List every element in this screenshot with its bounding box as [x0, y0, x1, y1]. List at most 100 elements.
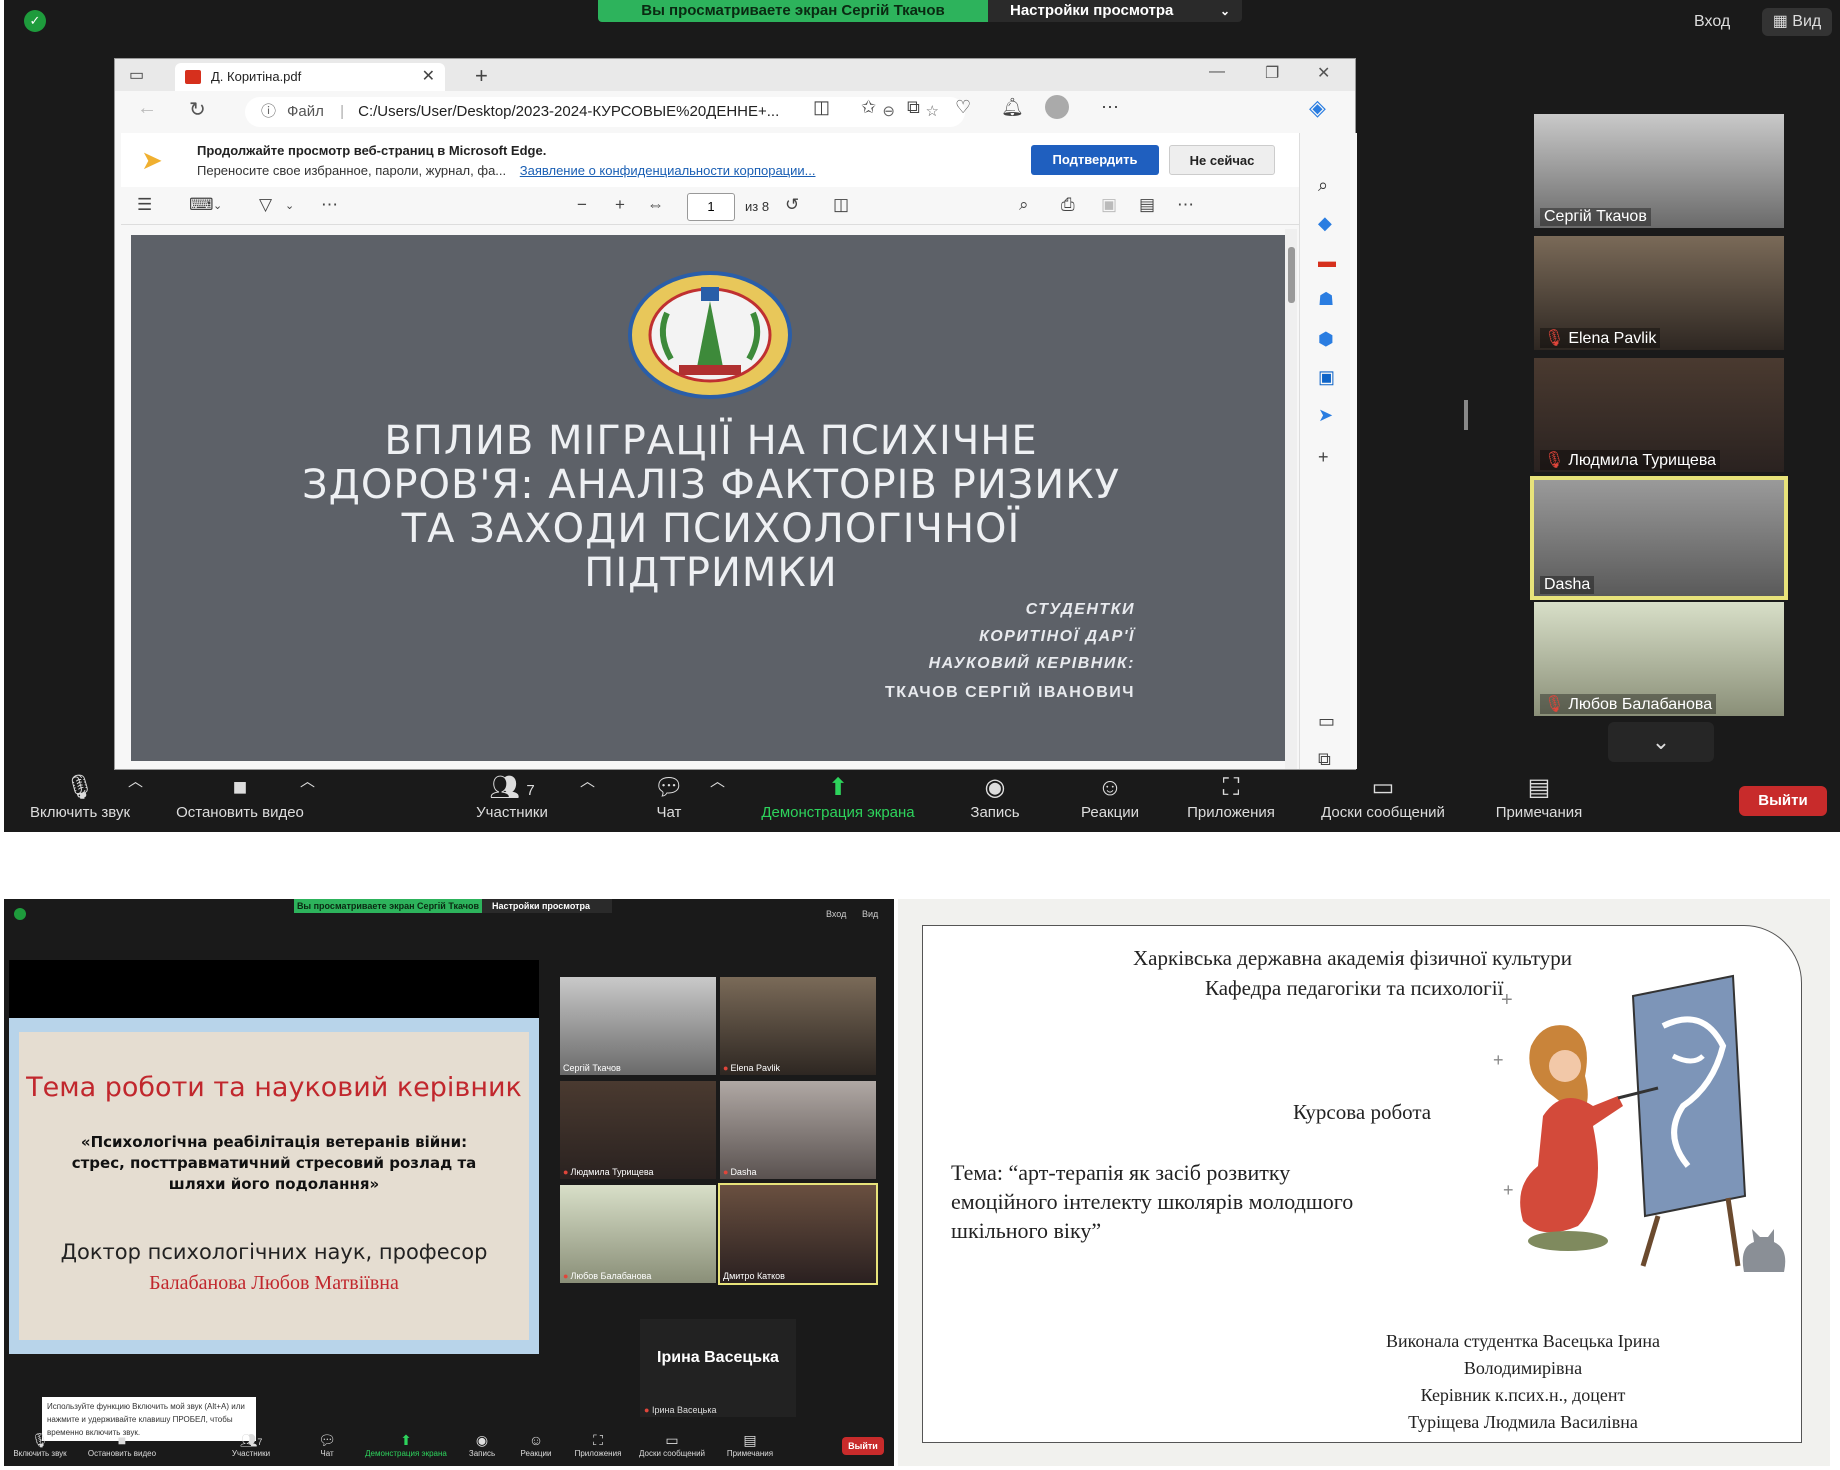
- highlight-icon[interactable]: ⌨: [189, 195, 214, 215]
- view-options-dropdown[interactable]: Настройки просмотра ⌄: [988, 0, 1242, 22]
- address-bar[interactable]: ⓘ Файл | C:/Users/User/Desktop/2023-2024…: [245, 97, 965, 127]
- pdf-scrollbar[interactable]: [1285, 229, 1297, 769]
- search-icon[interactable]: ⌕: [1019, 195, 1029, 215]
- outlook-icon[interactable]: ▣: [1318, 367, 1335, 388]
- more-options-icon[interactable]: ⋯: [1177, 195, 1194, 215]
- rotate-icon[interactable]: ↺: [785, 195, 799, 215]
- new-tab-icon[interactable]: +: [475, 63, 488, 89]
- external-link-icon[interactable]: ⧉: [1318, 749, 1331, 770]
- participant-tile-active[interactable]: Дмитро Катков: [718, 1183, 878, 1285]
- save-icon[interactable]: ▣: [1101, 195, 1117, 215]
- participant-tile-camera-off[interactable]: Ірина Васецька ● Ірина Васецька: [640, 1319, 796, 1417]
- tag-icon[interactable]: ◆: [1318, 213, 1332, 234]
- people-icon[interactable]: ☗: [1318, 289, 1334, 310]
- page-number-input[interactable]: 1: [687, 193, 735, 221]
- search-icon[interactable]: ⌕: [1318, 175, 1328, 196]
- participants-button[interactable]: 👥︎ 7 Участники: [462, 770, 562, 821]
- collections-icon[interactable]: ⧉: [907, 97, 920, 118]
- back-icon[interactable]: ←: [137, 97, 157, 120]
- favorite-star-icon[interactable]: ☆: [926, 97, 939, 127]
- tab-pdf[interactable]: Д. Коритіна.pdf ✕: [175, 63, 445, 91]
- tab-actions-icon[interactable]: ▭: [129, 65, 144, 85]
- more-menu-icon[interactable]: ⋯: [1101, 97, 1119, 118]
- unmute-button[interactable]: 🎙︎ Включить звук: [10, 1429, 70, 1458]
- performance-icon[interactable]: ♡: [955, 97, 971, 118]
- participant-tile[interactable]: ● Любов Балабанова: [560, 1185, 716, 1283]
- participant-tile[interactable]: 🎙︎ Любов Балабанова: [1534, 602, 1784, 716]
- chevron-down-icon[interactable]: ⌄: [285, 199, 294, 212]
- zoom-in-icon[interactable]: +: [615, 195, 625, 215]
- fit-page-icon[interactable]: ⇔: [647, 195, 664, 215]
- record-button[interactable]: ◉ Запись: [464, 1429, 500, 1458]
- whiteboards-button[interactable]: ▭ Доски сообщений: [1308, 770, 1458, 821]
- stop-video-button[interactable]: ■ Остановить видео: [82, 1429, 162, 1458]
- draw-icon[interactable]: ▽: [259, 195, 272, 215]
- share-screen-button[interactable]: ⬆ Демонстрация экрана: [360, 1429, 452, 1458]
- favorites-icon[interactable]: ✩: [861, 97, 876, 118]
- notifications-icon[interactable]: 🔔︎: [1001, 97, 1024, 118]
- notes-button[interactable]: ▤ Примечания: [1484, 770, 1594, 821]
- chevron-down-icon[interactable]: ⌄: [213, 199, 222, 212]
- scroll-participants-down-button[interactable]: ⌄: [1608, 722, 1714, 762]
- not-now-button[interactable]: Не сейчас: [1169, 145, 1275, 175]
- restore-icon[interactable]: ❐: [1265, 63, 1279, 83]
- video-options-caret[interactable]: ︿: [300, 770, 315, 791]
- participant-tile[interactable]: 🎙︎ Elena Pavlik: [1534, 236, 1784, 350]
- chat-button[interactable]: 💬︎ Чат: [644, 770, 694, 821]
- notes-button[interactable]: ▤ Примечания: [722, 1429, 778, 1458]
- reactions-button[interactable]: ☺ Реакции: [1070, 770, 1150, 821]
- participant-tile[interactable]: Сергій Ткачов: [1534, 114, 1784, 228]
- view-options-dropdown[interactable]: Настройки просмотра: [482, 899, 612, 913]
- print-icon[interactable]: ⎙: [1061, 195, 1075, 215]
- page-view-icon[interactable]: ◫: [833, 195, 849, 215]
- zoom-out-icon[interactable]: ⊖: [882, 97, 895, 127]
- audio-options-caret[interactable]: ︿: [128, 770, 143, 791]
- chat-button[interactable]: 💬︎ Чат: [312, 1429, 342, 1458]
- apps-button[interactable]: ⛶ Приложения: [1176, 770, 1286, 821]
- participant-tile[interactable]: 🎙︎ Людмила Турищева: [1534, 358, 1784, 472]
- toolbox-icon[interactable]: ▬: [1318, 251, 1336, 272]
- unmute-button[interactable]: 🎙︎ Включить звук: [18, 770, 142, 821]
- office-icon[interactable]: ⬢: [1318, 329, 1334, 350]
- share-screen-button[interactable]: ⬆ Демонстрация экрана: [740, 770, 936, 821]
- participant-tile[interactable]: ● Elena Pavlik: [720, 977, 876, 1075]
- split-screen-icon[interactable]: ◫: [813, 97, 830, 118]
- signin-button[interactable]: Вход: [826, 909, 846, 919]
- reactions-button[interactable]: ☺ Реакции: [516, 1429, 556, 1458]
- signin-button[interactable]: Вход: [1694, 8, 1730, 36]
- refresh-icon[interactable]: ↻: [189, 97, 206, 122]
- stop-video-button[interactable]: ■ Остановить видео: [160, 770, 320, 821]
- security-shield-icon[interactable]: [14, 908, 26, 920]
- view-button[interactable]: Вид: [862, 909, 878, 919]
- contents-icon[interactable]: ☰: [137, 195, 152, 215]
- add-icon[interactable]: +: [1318, 447, 1329, 468]
- privacy-link[interactable]: Заявление о конфиденциальности корпораци…: [520, 163, 816, 178]
- leave-button[interactable]: Выйти: [842, 1437, 884, 1455]
- profile-avatar[interactable]: [1045, 95, 1069, 119]
- participant-tile[interactable]: ● Dasha: [720, 1081, 876, 1179]
- send-icon[interactable]: ➤: [1318, 405, 1333, 426]
- chat-options-caret[interactable]: ︿: [710, 770, 725, 791]
- participants-options-caret[interactable]: ︿: [580, 770, 595, 791]
- close-tab-icon[interactable]: ✕: [422, 63, 435, 91]
- view-button[interactable]: ▦ Вид: [1762, 8, 1832, 36]
- participant-tile-active[interactable]: Dasha: [1530, 476, 1788, 600]
- save-as-icon[interactable]: ▤: [1139, 195, 1155, 215]
- scroll-thumb[interactable]: [1288, 247, 1295, 303]
- apps-button[interactable]: ⛶ Приложения: [570, 1429, 626, 1458]
- zoom-out-icon[interactable]: −: [577, 195, 587, 215]
- more-tools-icon[interactable]: ⋯: [321, 195, 338, 215]
- participant-tile[interactable]: Сергій Ткачов: [560, 977, 716, 1075]
- close-window-icon[interactable]: ✕: [1317, 63, 1330, 83]
- panel-resize-handle[interactable]: [1464, 400, 1468, 430]
- leave-button[interactable]: Выйти: [1739, 786, 1827, 816]
- confirm-button[interactable]: Подтвердить: [1031, 145, 1159, 175]
- copilot-icon[interactable]: ◈: [1309, 95, 1326, 121]
- security-shield-icon[interactable]: ✓: [24, 10, 46, 32]
- info-icon[interactable]: ⓘ: [261, 97, 276, 127]
- whiteboards-button[interactable]: ▭ Доски сообщений: [634, 1429, 710, 1458]
- record-button[interactable]: ◉ Запись: [960, 770, 1030, 821]
- participant-tile[interactable]: ● Людмила Турищева: [560, 1081, 716, 1179]
- sidebar-toggle-icon[interactable]: ▭: [1318, 711, 1335, 732]
- minimize-icon[interactable]: —: [1209, 63, 1225, 81]
